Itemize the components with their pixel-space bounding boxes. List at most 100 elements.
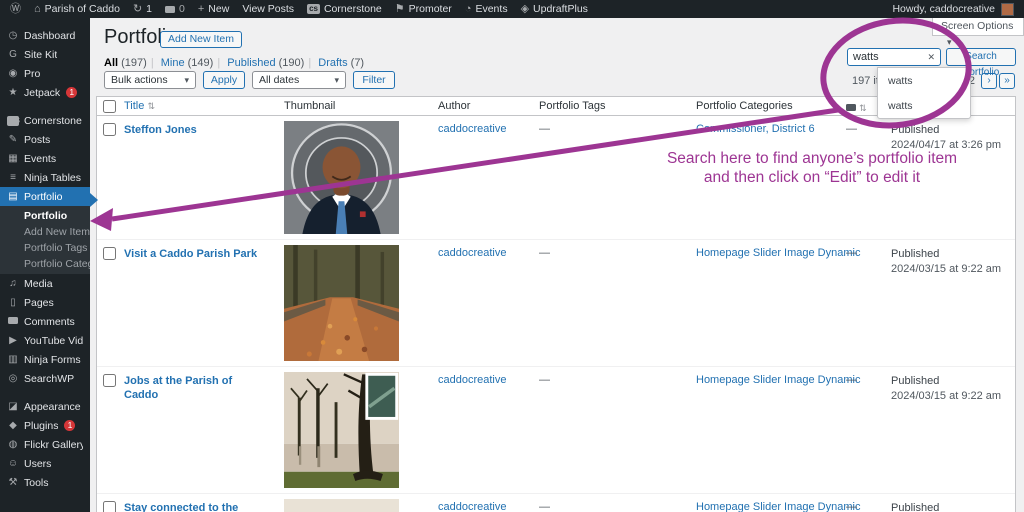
sidebar-item-posts[interactable]: ✎ Posts xyxy=(0,130,90,149)
site-name-menu[interactable]: ⌂ Parish of Caddo xyxy=(34,3,120,15)
comments-bubble-icon xyxy=(7,317,19,327)
apply-button[interactable]: Apply xyxy=(203,71,245,89)
table-rows-icon: ≡ xyxy=(7,173,19,183)
sidebar-item-dashboard[interactable]: ◷ Dashboard xyxy=(0,26,90,45)
row-comments: — xyxy=(846,374,857,386)
dates-filter-value: All dates xyxy=(259,72,299,88)
row-author-link[interactable]: caddocreative xyxy=(438,374,507,386)
row-title-link[interactable]: Steffon Jones xyxy=(124,123,269,137)
new-menu[interactable]: + New xyxy=(198,3,229,15)
tools-wrench-icon: ⚒ xyxy=(7,478,19,488)
dates-filter-select[interactable]: All dates ▾ xyxy=(252,71,346,89)
row-date: Published xyxy=(891,501,939,512)
site-name-label: Parish of Caddo xyxy=(45,3,120,15)
view-posts-menu[interactable]: View Posts xyxy=(242,3,294,15)
search-suggestion[interactable]: watts xyxy=(878,93,970,118)
column-header-tags: Portfolio Tags xyxy=(539,100,605,112)
filter-button[interactable]: Filter xyxy=(353,71,395,89)
sidebar-item-pro[interactable]: ◉ Pro xyxy=(0,64,90,83)
comment-bubble-icon xyxy=(165,6,175,13)
sort-arrows-icon: ⇅ xyxy=(147,101,155,111)
sidebar-item-ninja-tables-pro[interactable]: ≡ Ninja Tables Pro xyxy=(0,168,90,187)
updraftplus-label: UpdraftPlus xyxy=(533,3,588,15)
filter-drafts-link[interactable]: Drafts xyxy=(318,57,347,69)
comments-menu[interactable]: 0 xyxy=(165,3,185,15)
sidebar-item-cornerstone[interactable]: cs Cornerstone xyxy=(0,111,90,130)
sidebar-item-portfolio[interactable]: ▤ Portfolio xyxy=(0,187,90,206)
table-row: Steffon Jones caddocreative — Commission… xyxy=(97,116,1015,240)
sidebar-item-appearance[interactable]: ◪ Appearance xyxy=(0,397,90,416)
row-checkbox[interactable] xyxy=(103,374,116,387)
submenu-item-add-new-item[interactable]: Add New Item xyxy=(0,224,90,240)
howdy-account-menu[interactable]: Howdy, caddocreative xyxy=(892,3,995,15)
row-category-link[interactable]: Homepage Slider Image Dynamic xyxy=(696,374,860,386)
row-author-link[interactable]: caddocreative xyxy=(438,247,507,259)
row-checkbox[interactable] xyxy=(103,123,116,136)
row-comments: — xyxy=(846,123,857,135)
submenu-item-portfolio[interactable]: Portfolio xyxy=(0,208,90,224)
active-menu-pointer xyxy=(90,193,105,207)
sidebar-item-searchwp[interactable]: ◎ SearchWP xyxy=(0,369,90,388)
sidebar-item-ninja-forms[interactable]: ▥ Ninja Forms xyxy=(0,350,90,369)
last-page-button[interactable]: » xyxy=(999,73,1015,89)
row-tags: — xyxy=(539,374,550,386)
sidebar-item-flickr-gallery[interactable]: ◍ Flickr Gallery xyxy=(0,435,90,454)
cornerstone-menu[interactable]: cs Cornerstone xyxy=(307,3,382,15)
row-checkbox[interactable] xyxy=(103,501,116,512)
column-header-comments[interactable]: ⇅ xyxy=(846,102,867,114)
add-new-item-button[interactable]: Add New Item xyxy=(160,31,242,48)
row-title-link[interactable]: Visit a Caddo Parish Park xyxy=(124,247,269,261)
updraftplus-menu[interactable]: ◈ UpdraftPlus xyxy=(521,3,588,15)
row-title-link[interactable]: Stay connected to the Parish of xyxy=(124,501,264,512)
submenu-item-portfolio-categories[interactable]: Portfolio Categories xyxy=(0,256,90,272)
row-category-link[interactable]: Commissioner, District 6 xyxy=(696,123,815,135)
sidebar-item-jetpack[interactable]: ★ Jetpack 1 xyxy=(0,83,90,102)
select-all-checkbox[interactable] xyxy=(103,100,116,113)
thumbnail-photo xyxy=(284,499,399,512)
sidebar-item-events[interactable]: ▦ Events xyxy=(0,149,90,168)
bulk-actions-select[interactable]: Bulk actions ▾ xyxy=(104,71,196,89)
sidebar-item-label: Ninja Tables Pro xyxy=(24,172,83,184)
row-category-link[interactable]: Homepage Slider Image Dynamic xyxy=(696,501,860,512)
sidebar-item-plugins[interactable]: ◆ Plugins 1 xyxy=(0,416,90,435)
events-calendar-icon: ▦ xyxy=(7,154,19,164)
filter-all-link[interactable]: All xyxy=(104,57,118,69)
row-checkbox[interactable] xyxy=(103,247,116,260)
search-icon: ◎ xyxy=(7,374,19,384)
search-autocomplete-dropdown: watts watts xyxy=(877,67,971,119)
sidebar-item-media[interactable]: ♫ Media xyxy=(0,274,90,293)
row-author-link[interactable]: caddocreative xyxy=(438,123,507,135)
sidebar-item-youtube-videos[interactable]: ▶ YouTube Videos xyxy=(0,331,90,350)
sidebar-item-users[interactable]: ☺ Users xyxy=(0,454,90,473)
events-menu[interactable]: ◔ Events xyxy=(465,3,508,15)
row-title-link[interactable]: Jobs at the Parish of Caddo xyxy=(124,374,269,403)
submenu-item-portfolio-tags[interactable]: Portfolio Tags xyxy=(0,240,90,256)
search-portfolio-button[interactable]: Search Portfolio xyxy=(946,48,1016,66)
screen-options-button[interactable]: Screen Options ▾ xyxy=(932,18,1024,36)
updates-menu[interactable]: ↻ 1 xyxy=(133,3,152,15)
home-icon: ⌂ xyxy=(34,4,41,15)
camera-icon: ◍ xyxy=(7,440,19,450)
sidebar-item-comments[interactable]: Comments xyxy=(0,312,90,331)
sidebar-item-label: Appearance xyxy=(24,401,81,413)
promoter-menu[interactable]: ⚑ Promoter xyxy=(395,3,452,15)
sidebar-item-site-kit[interactable]: G Site Kit xyxy=(0,45,90,64)
column-header-title[interactable]: Title ⇅ xyxy=(124,100,155,112)
row-category-link[interactable]: Homepage Slider Image Dynamic xyxy=(696,247,860,259)
clear-search-icon[interactable]: ✕ xyxy=(927,52,935,63)
row-author-link[interactable]: caddocreative xyxy=(438,501,507,512)
search-input[interactable] xyxy=(853,51,923,63)
wordpress-logo-icon[interactable]: Ⓦ xyxy=(10,4,21,15)
sidebar-item-label: Users xyxy=(24,458,51,470)
table-row: Visit a Caddo Parish Park caddocreative … xyxy=(97,240,1015,367)
filter-published-link[interactable]: Published xyxy=(227,57,275,69)
plugin-icon: ◆ xyxy=(7,421,19,431)
events-icon: ◔ xyxy=(465,4,472,15)
user-avatar[interactable] xyxy=(1001,3,1014,16)
search-suggestion[interactable]: watts xyxy=(878,68,970,93)
sidebar-item-pages[interactable]: ▯ Pages xyxy=(0,293,90,312)
dashboard-icon: ◷ xyxy=(7,31,19,41)
filter-mine-link[interactable]: Mine xyxy=(161,57,185,69)
sidebar-item-label: Posts xyxy=(24,134,50,146)
sidebar-item-tools[interactable]: ⚒ Tools xyxy=(0,473,90,492)
